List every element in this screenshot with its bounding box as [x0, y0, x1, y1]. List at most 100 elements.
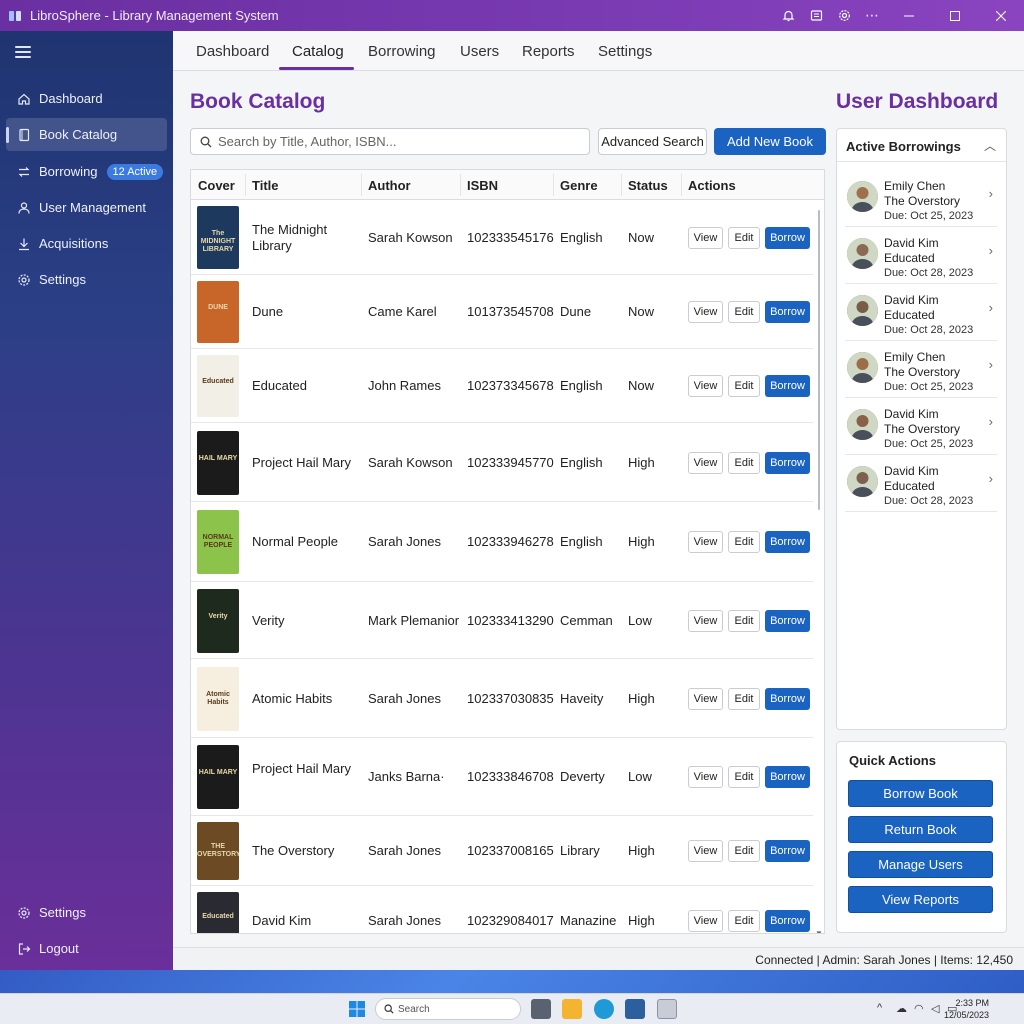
- sidebar-item-dashboard[interactable]: Dashboard: [6, 82, 167, 115]
- borrowing-list-item[interactable]: Emily Chen The Overstory Due: Oct 25, 20…: [845, 170, 997, 227]
- borrowing-list-item[interactable]: David Kim Educated Due: Oct 28, 2023 ›: [845, 455, 997, 512]
- chevron-right-icon[interactable]: ›: [989, 414, 993, 429]
- col-cover[interactable]: Cover: [198, 178, 235, 193]
- add-new-book-button[interactable]: Add New Book: [714, 128, 826, 155]
- hamburger-menu-icon[interactable]: [15, 46, 31, 60]
- sidebar-item-borrowing[interactable]: Borrowing 12 Active: [6, 155, 167, 188]
- book-cover[interactable]: Atomic Habits: [197, 667, 239, 731]
- table-row[interactable]: DUNE Dune Came Karel 101373545708 Dune N…: [191, 275, 813, 349]
- search-box[interactable]: [190, 128, 590, 155]
- table-row[interactable]: THE OVERSTORY The Overstory Sarah Jones …: [191, 816, 813, 886]
- table-scrollbar[interactable]: ▼: [815, 210, 823, 933]
- chevron-right-icon[interactable]: ›: [989, 243, 993, 258]
- borrow-button[interactable]: Borrow: [765, 910, 810, 932]
- tab-catalog[interactable]: Catalog: [292, 43, 344, 60]
- borrowing-list-item[interactable]: David Kim Educated Due: Oct 28, 2023 ›: [845, 284, 997, 341]
- search-input[interactable]: [218, 134, 578, 149]
- borrowing-list-item[interactable]: David Kim The Overstory Due: Oct 25, 202…: [845, 398, 997, 455]
- table-row[interactable]: HAIL MARY Project Hail Mary Sarah Kowson…: [191, 423, 813, 502]
- borrow-button[interactable]: Borrow: [765, 840, 810, 862]
- borrowing-list-item[interactable]: David Kim Educated Due: Oct 28, 2023 ›: [845, 227, 997, 284]
- table-row[interactable]: Educated David Kim Sarah Jones 102329084…: [191, 886, 813, 933]
- wifi-icon[interactable]: ◠: [914, 1002, 924, 1015]
- close-button[interactable]: [978, 0, 1024, 31]
- tab-settings[interactable]: Settings: [598, 43, 652, 60]
- borrow-button[interactable]: Borrow: [765, 452, 810, 474]
- borrow-button[interactable]: Borrow: [765, 610, 810, 632]
- book-cover[interactable]: NORMAL PEOPLE: [197, 510, 239, 574]
- notes-icon[interactable]: [802, 0, 830, 31]
- view-button[interactable]: View: [688, 531, 723, 553]
- edit-button[interactable]: Edit: [728, 610, 760, 632]
- minimize-button[interactable]: [886, 0, 932, 31]
- file-explorer-icon[interactable]: [562, 999, 582, 1019]
- edit-button[interactable]: Edit: [728, 452, 760, 474]
- return-book-button[interactable]: Return Book: [848, 816, 993, 843]
- edit-button[interactable]: Edit: [728, 301, 760, 323]
- book-cover[interactable]: HAIL MARY: [197, 745, 239, 809]
- borrow-button[interactable]: Borrow: [765, 766, 810, 788]
- view-button[interactable]: View: [688, 766, 723, 788]
- book-cover[interactable]: DUNE: [197, 281, 239, 343]
- table-row[interactable]: HAIL MARY Project Hail Mary Janks Barna·…: [191, 738, 813, 816]
- store-icon[interactable]: [625, 999, 645, 1019]
- table-row[interactable]: Educated Educated John Rames 10237334567…: [191, 349, 813, 423]
- sidebar-bottom-settings[interactable]: Settings: [6, 896, 167, 929]
- chevron-right-icon[interactable]: ›: [989, 300, 993, 315]
- table-row[interactable]: The MIDNIGHT LIBRARY The Midnight Librar…: [191, 200, 813, 275]
- tab-users[interactable]: Users: [460, 43, 499, 60]
- chevron-right-icon[interactable]: ›: [989, 357, 993, 372]
- edit-button[interactable]: Edit: [728, 531, 760, 553]
- book-cover[interactable]: Verity: [197, 589, 239, 653]
- view-button[interactable]: View: [688, 688, 723, 710]
- sidebar-item-book-catalog[interactable]: Book Catalog: [6, 118, 167, 151]
- col-status[interactable]: Status: [628, 178, 668, 193]
- bell-icon[interactable]: [774, 0, 802, 31]
- more-icon[interactable]: ⋯: [858, 0, 886, 31]
- table-row[interactable]: Atomic Habits Atomic Habits Sarah Jones …: [191, 659, 813, 738]
- maximize-button[interactable]: [932, 0, 978, 31]
- edit-button[interactable]: Edit: [728, 227, 760, 249]
- edit-button[interactable]: Edit: [728, 766, 760, 788]
- cloud-icon[interactable]: ☁: [896, 1002, 907, 1015]
- tab-reports[interactable]: Reports: [522, 43, 575, 60]
- view-button[interactable]: View: [688, 840, 723, 862]
- borrow-button[interactable]: Borrow: [765, 227, 810, 249]
- edit-button[interactable]: Edit: [728, 840, 760, 862]
- book-cover[interactable]: HAIL MARY: [197, 431, 239, 495]
- sidebar-item-acquisitions[interactable]: Acquisitions: [6, 227, 167, 260]
- view-button[interactable]: View: [688, 452, 723, 474]
- view-reports-button[interactable]: View Reports: [848, 886, 993, 913]
- chevron-right-icon[interactable]: ›: [989, 186, 993, 201]
- borrow-button[interactable]: Borrow: [765, 301, 810, 323]
- book-cover[interactable]: Educated: [197, 355, 239, 417]
- book-cover[interactable]: Educated: [197, 892, 239, 933]
- col-title[interactable]: Title: [252, 178, 279, 193]
- view-button[interactable]: View: [688, 301, 723, 323]
- edge-browser-icon[interactable]: [594, 999, 614, 1019]
- view-button[interactable]: View: [688, 610, 723, 632]
- sidebar-bottom-logout[interactable]: Logout: [6, 932, 167, 965]
- book-cover[interactable]: THE OVERSTORY: [197, 822, 239, 880]
- gear-icon[interactable]: [830, 0, 858, 31]
- tray-chevron-icon[interactable]: ^: [877, 1002, 882, 1014]
- col-isbn[interactable]: ISBN: [467, 178, 498, 193]
- scrollbar-thumb[interactable]: [818, 210, 820, 510]
- settings-app-icon[interactable]: [657, 999, 677, 1019]
- edit-button[interactable]: Edit: [728, 688, 760, 710]
- sidebar-item-user-management[interactable]: User Management: [6, 191, 167, 224]
- taskbar-clock[interactable]: 2:33 PM 12/05/2023: [944, 997, 989, 1021]
- book-cover[interactable]: The MIDNIGHT LIBRARY: [197, 206, 239, 269]
- manage-users-button[interactable]: Manage Users: [848, 851, 993, 878]
- view-button[interactable]: View: [688, 375, 723, 397]
- start-icon[interactable]: [349, 1001, 365, 1017]
- tab-borrowing[interactable]: Borrowing: [368, 43, 436, 60]
- advanced-search-button[interactable]: Advanced Search: [598, 128, 707, 155]
- table-row[interactable]: Verity Verity Mark Plemanior 10233341329…: [191, 582, 813, 659]
- chevron-right-icon[interactable]: ›: [989, 471, 993, 486]
- borrow-button[interactable]: Borrow: [765, 531, 810, 553]
- col-author[interactable]: Author: [368, 178, 411, 193]
- view-button[interactable]: View: [688, 227, 723, 249]
- collapse-chevron-icon[interactable]: ︿: [984, 137, 996, 154]
- tab-dashboard[interactable]: Dashboard: [196, 43, 269, 60]
